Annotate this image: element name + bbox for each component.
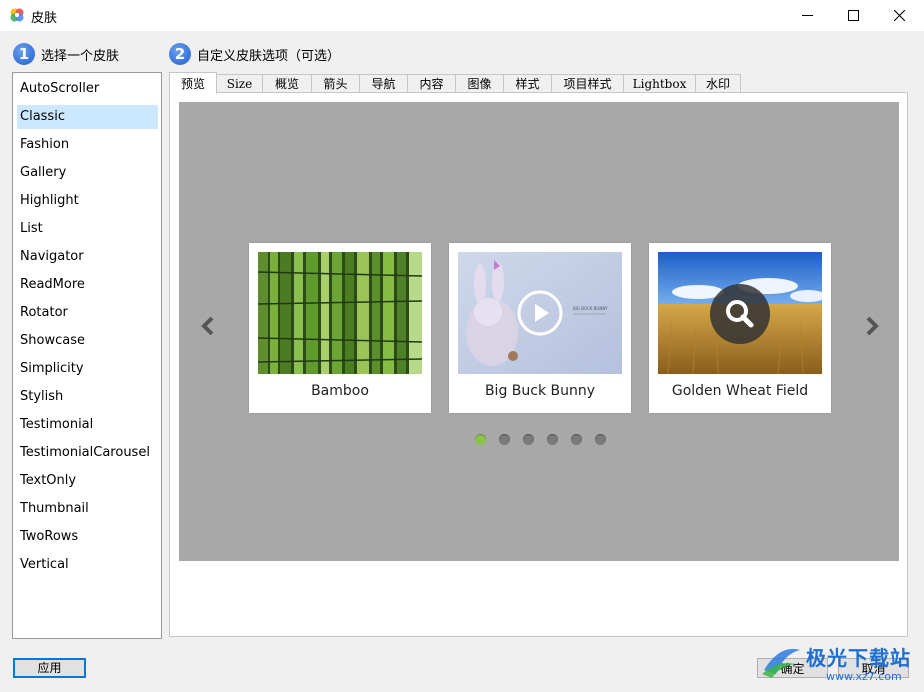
skin-item-thumbnail[interactable]: Thumbnail bbox=[17, 497, 158, 521]
step-2-number: 2 bbox=[169, 43, 191, 65]
bunny-title-text: BIG BUCK BUNNY bbox=[573, 306, 608, 311]
slider-preview: Bamboo BIG BUCK BUNNY Big Buck Bunny Gol… bbox=[179, 102, 899, 561]
slide-card[interactable]: BIG BUCK BUNNY Big Buck Bunny bbox=[449, 243, 631, 413]
pagination-dot[interactable] bbox=[571, 434, 582, 445]
pagination-dot[interactable] bbox=[595, 434, 606, 445]
tab-lightbox[interactable]: Lightbox bbox=[623, 74, 696, 93]
skin-item-fashion[interactable]: Fashion bbox=[17, 133, 158, 157]
skin-item-highlight[interactable]: Highlight bbox=[17, 189, 158, 213]
watermark-url: www.xz7.com bbox=[826, 670, 902, 683]
search-icon[interactable] bbox=[710, 284, 770, 344]
step-1-number: 1 bbox=[13, 43, 35, 65]
slide-card[interactable]: Bamboo bbox=[249, 243, 431, 413]
slide-caption: Golden Wheat Field bbox=[671, 383, 809, 399]
slide-caption: Bamboo bbox=[311, 383, 369, 399]
skin-item-tworows[interactable]: TwoRows bbox=[17, 525, 158, 549]
skin-item-showcase[interactable]: Showcase bbox=[17, 329, 158, 353]
skin-item-readmore[interactable]: ReadMore bbox=[17, 273, 158, 297]
pagination-dot-active[interactable] bbox=[475, 434, 486, 445]
pagination-dot[interactable] bbox=[523, 434, 534, 445]
apply-button[interactable]: 应用 bbox=[13, 658, 86, 678]
skin-item-navigator[interactable]: Navigator bbox=[17, 245, 158, 269]
app-logo-icon bbox=[10, 8, 24, 22]
tab-overview[interactable]: 概览 bbox=[262, 74, 312, 93]
watermark-text: 极光下载站 bbox=[806, 646, 911, 670]
skin-item-stylish[interactable]: Stylish bbox=[17, 385, 158, 409]
tab-item-style[interactable]: 项目样式 bbox=[551, 74, 624, 93]
tab-image[interactable]: 图像 bbox=[455, 74, 504, 93]
step-2-header: 2 自定义皮肤选项（可选） bbox=[169, 43, 340, 65]
step-2-label: 自定义皮肤选项（可选） bbox=[197, 48, 341, 64]
tab-navigation[interactable]: 导航 bbox=[359, 74, 408, 93]
skin-item-list[interactable]: List bbox=[17, 217, 158, 241]
tab-arrows[interactable]: 箭头 bbox=[311, 74, 360, 93]
minimize-icon bbox=[801, 15, 813, 16]
skin-item-classic[interactable]: Classic bbox=[17, 105, 158, 129]
play-icon[interactable] bbox=[517, 290, 563, 336]
window-title: 皮肤 bbox=[31, 11, 58, 26]
bamboo-image bbox=[258, 252, 422, 374]
tab-style[interactable]: 样式 bbox=[503, 74, 552, 93]
maximize-button[interactable] bbox=[830, 0, 876, 31]
skin-list[interactable]: AutoScroller Classic Fashion Gallery Hig… bbox=[12, 72, 162, 639]
maximize-icon bbox=[847, 10, 859, 21]
skin-item-vertical[interactable]: Vertical bbox=[17, 553, 158, 577]
step-1-header: 1 选择一个皮肤 bbox=[13, 43, 119, 65]
tab-size[interactable]: Size bbox=[216, 74, 263, 93]
skin-item-gallery[interactable]: Gallery bbox=[17, 161, 158, 185]
minimize-button[interactable] bbox=[784, 0, 830, 31]
pagination-dot[interactable] bbox=[547, 434, 558, 445]
step-1-label: 选择一个皮肤 bbox=[41, 48, 120, 64]
skin-item-textonly[interactable]: TextOnly bbox=[17, 469, 158, 493]
tab-preview[interactable]: 预览 bbox=[169, 72, 217, 94]
watermark: 极光下载站 www.xz7.com bbox=[760, 638, 920, 690]
close-icon bbox=[893, 10, 905, 21]
skin-item-testimonial[interactable]: Testimonial bbox=[17, 413, 158, 437]
chevron-right-icon[interactable] bbox=[861, 316, 881, 336]
title-bar: 皮肤 bbox=[0, 0, 924, 31]
tab-content[interactable]: 内容 bbox=[407, 74, 456, 93]
pagination-dot[interactable] bbox=[499, 434, 510, 445]
close-button[interactable] bbox=[876, 0, 922, 31]
skin-item-testimonialcarousel[interactable]: TestimonialCarousel bbox=[17, 441, 158, 465]
skin-item-autoscroller[interactable]: AutoScroller bbox=[17, 77, 158, 101]
slide-card[interactable]: Golden Wheat Field bbox=[649, 243, 831, 413]
watermark-logo-icon bbox=[762, 648, 800, 678]
slide-caption: Big Buck Bunny bbox=[484, 383, 596, 399]
chevron-left-icon[interactable] bbox=[199, 316, 219, 336]
skin-item-rotator[interactable]: Rotator bbox=[17, 301, 158, 325]
tab-watermark[interactable]: 水印 bbox=[695, 74, 741, 93]
skin-item-simplicity[interactable]: Simplicity bbox=[17, 357, 158, 381]
